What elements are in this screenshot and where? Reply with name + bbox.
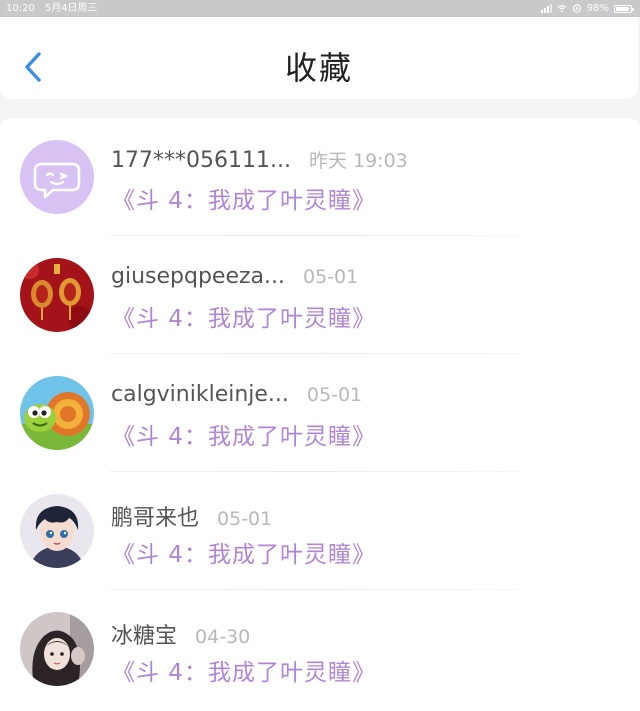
item-time: 05-01 — [306, 384, 363, 406]
book-title-link[interactable]: 《斗 4：我成了叶灵瞳》 — [112, 535, 376, 569]
status-right: 98% — [540, 0, 634, 17]
battery-icon — [614, 4, 634, 13]
book-title-link[interactable]: 《斗 4：我成了叶灵瞳》 — [112, 417, 376, 451]
favorites-list: 177***056111... 昨天 19:03 《斗 4：我成了叶灵瞳》 gi… — [0, 118, 640, 711]
chat-bubble-icon — [20, 140, 94, 214]
nav-header: 收藏 — [0, 17, 638, 99]
user-name: 鹏哥来也 — [111, 506, 200, 531]
book-title-link[interactable]: 《斗 4：我成了叶灵瞳》 — [112, 181, 376, 215]
avatar[interactable] — [20, 376, 94, 450]
item-time: 04-30 — [195, 626, 251, 648]
item-header: 冰糖宝 04-30 — [111, 618, 250, 650]
avatar[interactable] — [20, 494, 94, 568]
avatar[interactable] — [20, 140, 94, 214]
status-bar: 10:20 5月4日周三 98% — [0, 0, 640, 17]
item-time: 05-01 — [303, 266, 359, 288]
status-date: 5月4日周三 — [44, 3, 98, 14]
user-name: giusepqpeeza... — [111, 264, 285, 289]
status-left: 10:20 5月4日周三 — [6, 0, 98, 17]
avatar[interactable] — [20, 612, 94, 686]
avatar[interactable] — [20, 258, 94, 332]
cartoon-snail-icon — [20, 376, 94, 450]
page-title: 收藏 — [284, 49, 353, 87]
list-item[interactable]: 冰糖宝 04-30 《斗 4：我成了叶灵瞳》 — [0, 590, 640, 708]
item-header: giusepqpeeza... 05-01 — [111, 264, 358, 289]
status-time: 10:20 — [6, 3, 35, 14]
red-lanterns-icon — [20, 258, 94, 332]
wifi-icon — [557, 5, 567, 13]
item-time: 05-01 — [217, 508, 273, 530]
battery-percent: 98% — [586, 3, 609, 14]
list-item[interactable]: 177***056111... 昨天 19:03 《斗 4：我成了叶灵瞳》 — [0, 118, 640, 236]
user-name: 177***056111... — [111, 148, 291, 173]
item-time: 昨天 19:03 — [308, 150, 408, 172]
book-title-link[interactable]: 《斗 4：我成了叶灵瞳》 — [112, 299, 376, 333]
user-name: calgvinikleinje... — [111, 382, 289, 407]
list-item[interactable]: giusepqpeeza... 05-01 《斗 4：我成了叶灵瞳》 — [0, 236, 640, 354]
anime-boy-icon — [20, 494, 94, 568]
item-header: calgvinikleinje... 05-01 — [111, 382, 362, 407]
signal-icon — [540, 4, 552, 13]
girl-photo-icon — [20, 612, 94, 686]
user-name: 冰糖宝 — [111, 624, 178, 649]
list-item[interactable]: calgvinikleinje... 05-01 《斗 4：我成了叶灵瞳》 — [0, 354, 640, 472]
book-title-link[interactable]: 《斗 4：我成了叶灵瞳》 — [112, 653, 376, 687]
item-header: 鹏哥来也 05-01 — [111, 500, 272, 532]
favorites-screen: 10:20 5月4日周三 98% 收藏 177***056111... 昨天 1… — [0, 0, 640, 711]
location-icon — [572, 4, 581, 13]
list-item[interactable]: 鹏哥来也 05-01 《斗 4：我成了叶灵瞳》 — [0, 472, 640, 590]
item-header: 177***056111... 昨天 19:03 — [111, 146, 408, 173]
